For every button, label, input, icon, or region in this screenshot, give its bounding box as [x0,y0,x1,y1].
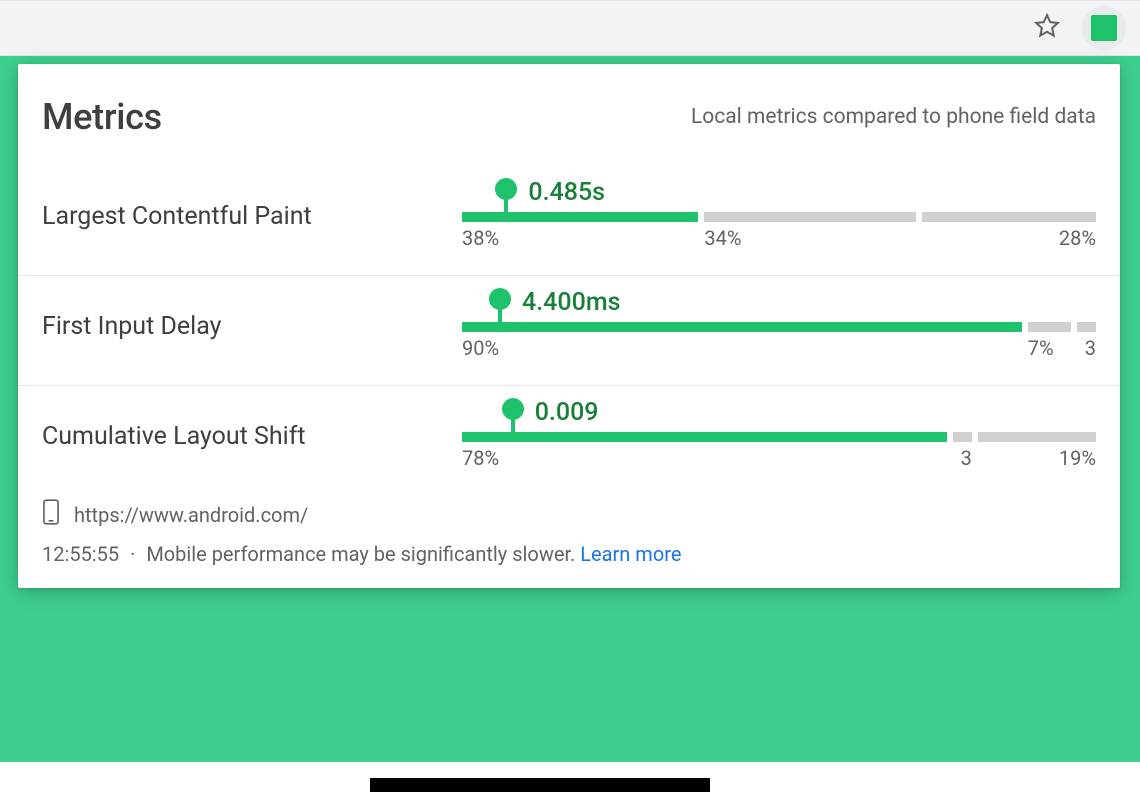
learn-more-link[interactable]: Learn more [580,542,681,566]
distribution-bar: 38% 34% 28% [462,212,1096,222]
segment-percent-label: 7% [1028,336,1054,360]
footer-timestamp: 12:55:55 [42,542,119,566]
bar-segment: 90% [462,322,1022,332]
browser-toolbar [0,0,1140,56]
panel-subtitle: Local metrics compared to phone field da… [691,105,1096,129]
segment-percent-label: 38% [462,226,499,250]
metric-row: Cumulative Layout Shift 0.009 78% 3 19% [18,386,1120,481]
metric-value: 0.485s [528,178,605,207]
metric-row: Largest Contentful Paint 0.485s 38% 34% 28% [18,166,1120,276]
bar-segment: 3 [953,432,972,442]
footer-url: https://www.android.com/ [74,503,308,527]
metric-label: Largest Contentful Paint [42,202,462,231]
segment-percent-label: 78% [462,446,499,470]
bookmark-star-icon[interactable] [1032,11,1062,45]
local-marker-icon [498,290,502,332]
panel-footer: https://www.android.com/ 12:55:55 · Mobi… [18,481,1120,572]
segment-percent-label: 90% [462,336,499,360]
bar-segment: 34% [704,212,915,222]
segment-percent-label: 28% [1059,226,1096,250]
segment-percent-label: 34% [704,226,741,250]
panel-title: Metrics [42,96,162,138]
metric-bar: 4.400ms90%7%3 [462,322,1096,332]
metric-bar: 0.485s38%34%28% [462,212,1096,222]
bar-segment: 28% [922,212,1096,222]
metric-label: First Input Delay [42,312,462,341]
metric-value: 4.400ms [522,288,620,317]
metric-bar: 0.00978%319% [462,432,1096,442]
extension-badge[interactable] [1082,6,1126,50]
bar-segment: 38% [462,212,698,222]
footer-note: Mobile performance may be significantly … [146,542,575,566]
bar-segment: 3 [1077,322,1096,332]
metric-value: 0.009 [535,398,599,427]
bar-segment: 7% [1028,322,1072,332]
segment-percent-label: 19% [1059,446,1096,470]
metric-label: Cumulative Layout Shift [42,422,462,451]
extension-status-icon [1091,15,1117,41]
metric-row: First Input Delay 4.400ms 90% 7% 3 [18,276,1120,386]
metrics-panel: Metrics Local metrics compared to phone … [18,64,1120,588]
local-marker-icon [504,180,508,222]
local-marker-icon [511,400,515,442]
distribution-bar: 90% 7% 3 [462,322,1096,332]
segment-percent-label: 3 [961,446,972,470]
footer-separator: · [130,542,135,566]
bar-segment: 78% [462,432,947,442]
bar-segment: 19% [978,432,1096,442]
distribution-bar: 78% 3 19% [462,432,1096,442]
segment-percent-label: 3 [1085,336,1096,360]
phone-icon [42,499,60,530]
